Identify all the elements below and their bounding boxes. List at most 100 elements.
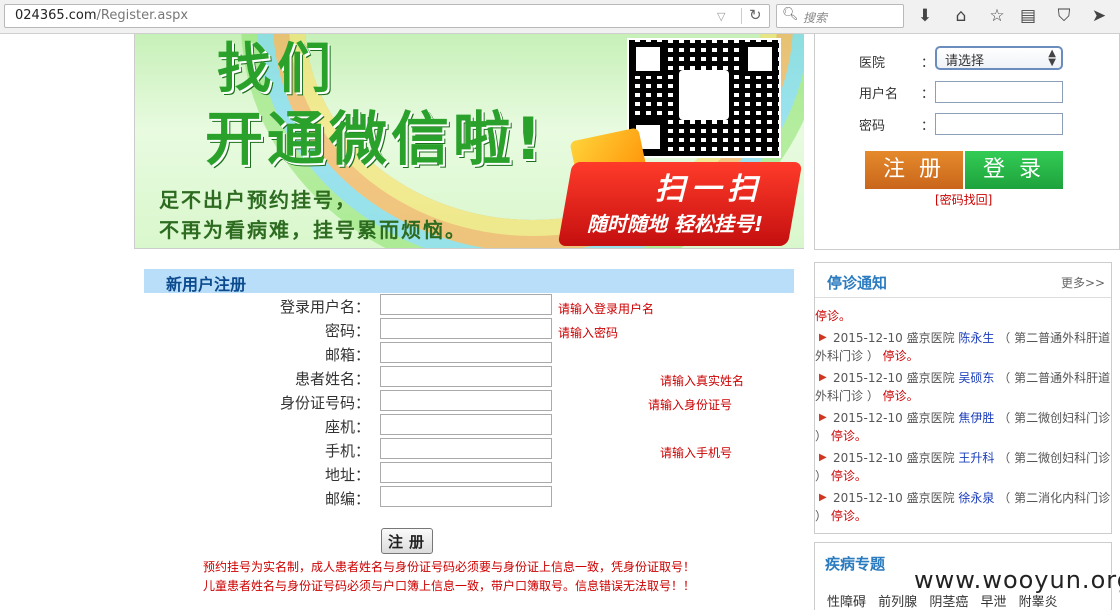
login-button[interactable]: 登录 bbox=[965, 151, 1063, 189]
login-panel: 医院 ： 请选择 ▲ ▼ 用户名 ： 密码 ： 注册 登录 [密码找回] bbox=[814, 34, 1120, 250]
postcode-input[interactable] bbox=[380, 486, 552, 507]
browser-toolbar: 024365.com/Register.aspx ▽ ↻ 🔍︎ 搜索 ⬇ ⌂ ☆… bbox=[0, 0, 1120, 34]
id-number-hint: 请输入身份证号 bbox=[648, 398, 733, 412]
notice-date: 2015-12-10 bbox=[833, 371, 903, 385]
submit-register-button[interactable]: 注册 bbox=[381, 528, 433, 554]
notices-more-link[interactable]: 更多>> bbox=[1061, 274, 1105, 291]
password-label: 密码 bbox=[859, 119, 886, 134]
field-label-email: 邮箱： bbox=[324, 346, 370, 364]
notice-stop-text: 停诊。 bbox=[830, 429, 867, 443]
mobile-hint: 请输入手机号 bbox=[660, 446, 733, 460]
url-path: /Register.aspx bbox=[96, 8, 189, 23]
reload-icon[interactable]: ↻ bbox=[749, 6, 762, 24]
field-label-landline: 座机： bbox=[324, 418, 370, 436]
colon: ： bbox=[921, 56, 935, 71]
landline-input[interactable] bbox=[380, 414, 552, 435]
hospital-select[interactable]: 请选择 ▲ ▼ bbox=[935, 46, 1063, 70]
notice-hospital: 盛京医院 bbox=[906, 451, 955, 465]
address-bar[interactable]: 024365.com/Register.aspx ▽ ↻ bbox=[4, 4, 770, 28]
field-label-id-number: 身份证号码： bbox=[279, 394, 370, 412]
watermark-text: www.wooyun.org bbox=[914, 566, 1120, 594]
register-button[interactable]: 注册 bbox=[865, 151, 963, 189]
select-arrows-icon: ▲ ▼ bbox=[1048, 48, 1056, 68]
notice-dept: （ 第二消化内科门诊 bbox=[998, 491, 1111, 505]
hospital-label: 医院 bbox=[859, 56, 886, 71]
login-username-input[interactable] bbox=[935, 81, 1063, 103]
wechat-banner: 找们 开通微信啦! 足不出户预约挂号， 不再为看病难，挂号累而烦恼。 扫一扫 随… bbox=[134, 34, 804, 249]
pocket-icon[interactable]: ⛉ bbox=[1053, 5, 1075, 27]
notice-dept-cont: 外科门诊 ） bbox=[815, 349, 879, 363]
notice-dept-cont: 外科门诊 ） bbox=[815, 389, 879, 403]
notice-dept-cont: ） bbox=[815, 469, 828, 483]
colon: ： bbox=[921, 87, 935, 102]
download-icon[interactable]: ⬇ bbox=[914, 5, 936, 27]
id-number-input[interactable] bbox=[380, 390, 552, 411]
notice-stop-text: 停诊。 bbox=[882, 349, 919, 363]
home-icon[interactable]: ⌂ bbox=[950, 5, 972, 27]
notice-dept: （ 第二普通外科肝道 bbox=[998, 331, 1111, 345]
field-label-address: 地址： bbox=[324, 466, 370, 484]
scan-subtitle: 随时随地 轻松挂号! bbox=[587, 212, 764, 236]
notice-dept-cont: ） bbox=[815, 509, 828, 523]
notice-dept: （ 第二微创妇科门诊 bbox=[998, 451, 1111, 465]
url-dropdown-icon[interactable]: ▽ bbox=[717, 10, 725, 23]
disease-topic-link[interactable]: 早泄 bbox=[980, 595, 1006, 610]
notice-hospital: 盛京医院 bbox=[906, 371, 955, 385]
notices-header: 停诊通知 更多>> bbox=[815, 263, 1111, 298]
bookmarks-list-icon[interactable]: ▤ bbox=[1017, 5, 1039, 27]
arrow-right-icon: ▶ bbox=[819, 492, 827, 503]
mobile-input[interactable] bbox=[380, 438, 552, 459]
register-title: 新用户注册 bbox=[166, 275, 247, 294]
notice-doctor[interactable]: 焦伊胜 bbox=[958, 411, 994, 425]
arrow-right-icon: ▶ bbox=[819, 332, 827, 343]
qr-logo bbox=[679, 70, 729, 120]
notice-date: 2015-12-10 bbox=[833, 411, 903, 425]
notice-doctor[interactable]: 陈永生 bbox=[958, 331, 994, 345]
arrow-right-icon: ▶ bbox=[819, 372, 827, 383]
notice-doctor[interactable]: 徐永泉 bbox=[958, 491, 994, 505]
field-label-username: 登录用户名： bbox=[279, 298, 370, 316]
username-input[interactable] bbox=[380, 294, 552, 315]
notice-doctor[interactable]: 吴硕东 bbox=[958, 371, 994, 385]
notice-hospital: 盛京医院 bbox=[906, 411, 955, 425]
username-label: 用户名 bbox=[859, 87, 899, 102]
username-hint: 请输入登录用户名 bbox=[558, 302, 655, 316]
email-input[interactable] bbox=[380, 342, 552, 363]
notice-dept: （ 第二微创妇科门诊 bbox=[998, 411, 1111, 425]
field-label-postcode: 邮编： bbox=[324, 490, 370, 508]
notice-date: 2015-12-10 bbox=[833, 331, 903, 345]
patient-name-input[interactable] bbox=[380, 366, 552, 387]
banner-slogan-line1: 足不出户预约挂号， bbox=[159, 188, 357, 212]
disease-topic-link[interactable]: 附睾炎 bbox=[1019, 595, 1058, 610]
notice-dept-cont: ） bbox=[815, 429, 828, 443]
colon: ： bbox=[921, 119, 935, 134]
password-hint: 请输入密码 bbox=[558, 326, 619, 340]
disease-topic-link[interactable]: 阴茎癌 bbox=[929, 595, 968, 610]
field-label-password: 密码： bbox=[324, 322, 370, 340]
qr-corner-mark bbox=[631, 42, 665, 76]
search-placeholder: 搜索 bbox=[803, 11, 828, 25]
disease-topic-link[interactable]: 性障碍 bbox=[827, 595, 866, 610]
arrow-right-icon: ▶ bbox=[819, 412, 827, 423]
send-icon[interactable]: ➤ bbox=[1088, 5, 1110, 27]
login-password-input[interactable] bbox=[935, 113, 1063, 135]
notice-stop-text: 停诊。 bbox=[830, 469, 867, 483]
notice-date: 2015-12-10 bbox=[833, 491, 903, 505]
address-input[interactable] bbox=[380, 462, 552, 483]
hospital-select-value: 请选择 bbox=[945, 54, 985, 69]
field-label-patient-name: 患者姓名： bbox=[294, 370, 370, 388]
qr-corner-mark bbox=[743, 42, 777, 76]
url-separator bbox=[741, 8, 742, 24]
field-label-mobile: 手机： bbox=[324, 442, 370, 460]
notice-doctor[interactable]: 王升科 bbox=[958, 451, 994, 465]
url-text[interactable]: 024365.com/Register.aspx bbox=[15, 8, 188, 23]
search-icon: 🔍︎ bbox=[782, 7, 799, 22]
bookmark-star-icon[interactable]: ☆ bbox=[986, 5, 1008, 27]
forgot-password-link[interactable]: [密码找回] bbox=[935, 191, 992, 208]
password-input[interactable] bbox=[380, 318, 552, 339]
notice-date: 2015-12-10 bbox=[833, 451, 903, 465]
scan-title: 扫一扫 bbox=[655, 172, 763, 207]
search-bar[interactable]: 🔍︎ 搜索 bbox=[776, 4, 904, 28]
register-note-line2: 儿童患者姓名与身份证号码必须与户口簿上信息一致，带户口簿取号。信息错误无法取号！… bbox=[203, 579, 696, 593]
disease-topic-link[interactable]: 前列腺 bbox=[878, 595, 917, 610]
